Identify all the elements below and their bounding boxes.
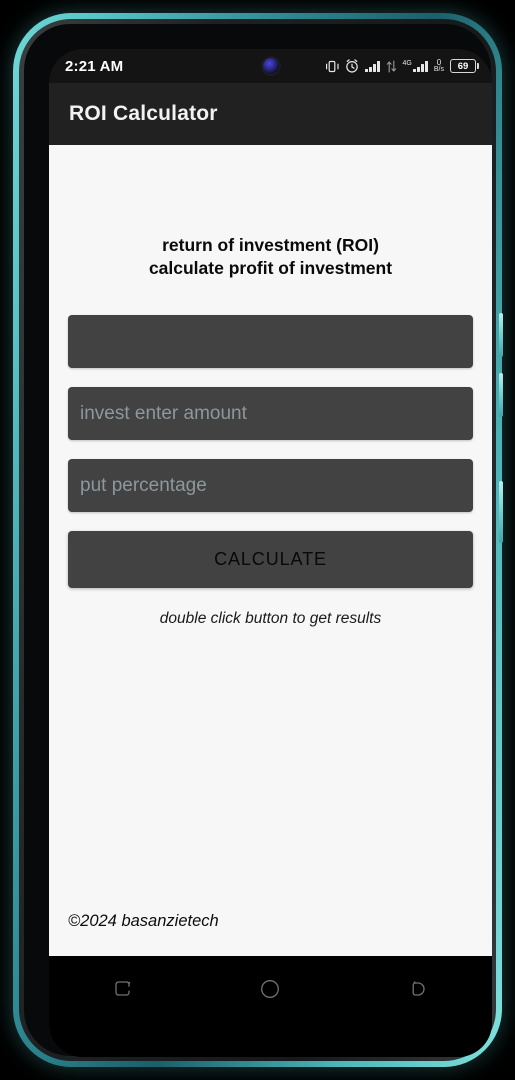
heading-block: return of investment (ROI) calculate pro… — [68, 145, 473, 280]
result-field[interactable] — [68, 315, 473, 368]
front-camera-icon — [262, 58, 279, 74]
hint-text: double click button to get results — [159, 610, 382, 627]
app-content: return of investment (ROI) calculate pro… — [49, 145, 492, 956]
battery-icon: 69 — [450, 59, 479, 73]
data-rate-value: 0 — [436, 57, 442, 67]
vibrate-icon — [325, 60, 339, 73]
back-icon — [412, 981, 425, 996]
investment-amount-field[interactable]: invest enter amount — [68, 387, 473, 440]
data-rate-indicator: 0 B/s — [433, 57, 444, 74]
status-bar-time: 2:21 AM — [65, 57, 124, 75]
investment-amount-placeholder: invest enter amount — [80, 402, 247, 424]
network-type-label: 4G — [402, 60, 412, 67]
network-signal-bars-icon — [413, 61, 428, 72]
volume-down-button[interactable] — [499, 373, 503, 417]
battery-nub — [477, 63, 479, 69]
app-bar: ROI Calculator — [49, 83, 492, 145]
calculate-button[interactable]: CALCULATE — [68, 531, 473, 588]
phone-frame: 2:21 AM 4G 0 B/s 69 ROI Calculator retur… — [13, 13, 503, 1067]
battery-body: 69 — [450, 59, 476, 73]
recents-icon — [115, 981, 131, 996]
percentage-placeholder: put percentage — [80, 474, 207, 496]
percentage-field[interactable]: put percentage — [68, 459, 473, 512]
app-title: ROI Calculator — [69, 102, 218, 125]
nav-back-button[interactable] — [390, 970, 446, 1008]
navigation-bar — [49, 956, 492, 1057]
battery-level-text: 69 — [457, 60, 469, 72]
alarm-icon — [345, 59, 359, 73]
status-bar-icons: 4G 0 B/s 69 — [325, 57, 479, 74]
data-rate-unit: B/s — [433, 66, 444, 73]
volume-up-button[interactable] — [499, 313, 503, 357]
signal-bars-icon — [365, 60, 380, 72]
nav-recents-button[interactable] — [95, 970, 151, 1008]
heading-line-1: return of investment (ROI) — [162, 235, 379, 255]
nav-home-button[interactable] — [242, 970, 298, 1008]
phone-screen: 2:21 AM 4G 0 B/s 69 ROI Calculator retur… — [49, 49, 492, 1057]
heading-line-2: calculate profit of investment — [148, 258, 393, 278]
power-button[interactable] — [499, 481, 503, 543]
data-transfer-icon — [386, 59, 397, 73]
footer-text: ©2024 basanzietech — [68, 912, 219, 930]
network-type-icon: 4G — [403, 60, 428, 72]
home-icon — [261, 980, 280, 998]
